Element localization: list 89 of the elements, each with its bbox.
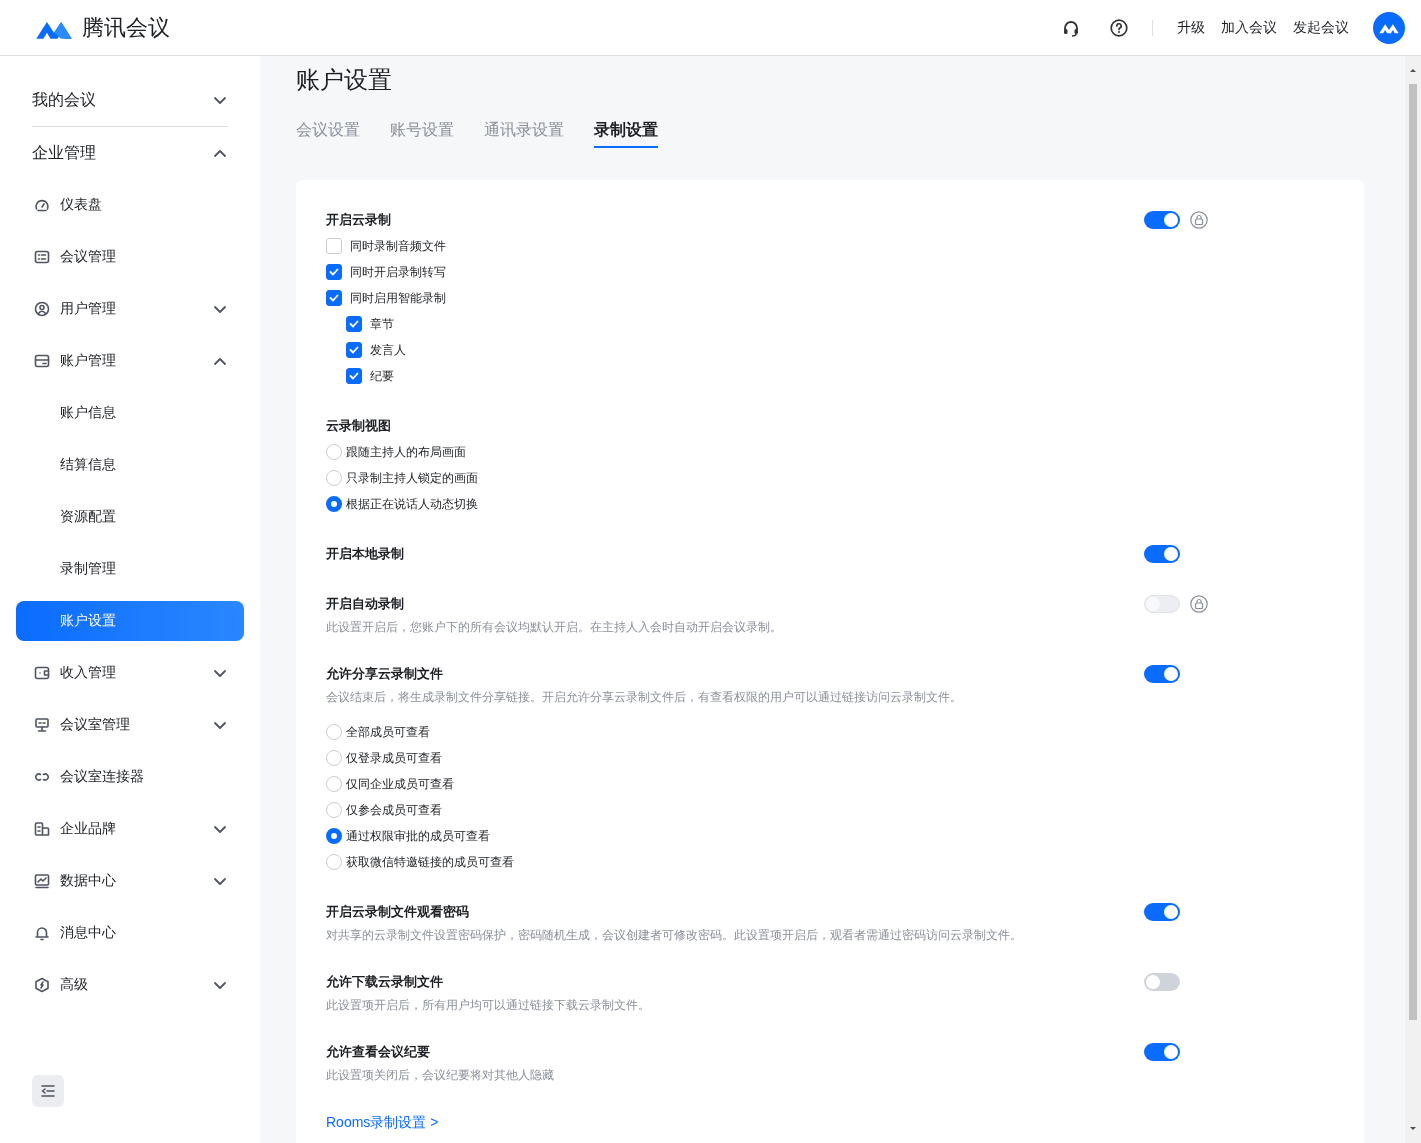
checkbox-label: 同时启用智能录制	[350, 289, 446, 307]
shield-icon	[34, 977, 50, 993]
scrollbar[interactable]	[1405, 56, 1421, 1143]
avatar[interactable]	[1373, 11, 1405, 44]
radio-label: 通过权限审批的成员可查看	[346, 827, 490, 845]
radio-label: 获取微信特邀链接的成员可查看	[346, 853, 514, 871]
setting-description: 对共享的云录制文件设置密码保护，密码随机生成，会议创建者可修改密码。此设置项开启后，观看者需通过密码访问云录制文件。	[326, 927, 1023, 944]
checkbox[interactable]	[346, 316, 362, 332]
arrow-down-icon	[1409, 1126, 1417, 1132]
setting-description: 会议结束后，将生成录制文件分享链接。开启允许分享云录制文件后，有查看权限的用户可以通过链接访问云录制文件。	[326, 689, 963, 706]
collapse-icon	[40, 1083, 56, 1099]
checkbox-label: 章节	[370, 315, 394, 333]
sidebar-item[interactable]: 企业品牌	[16, 803, 244, 855]
sidebar-item[interactable]: 账户设置	[16, 601, 244, 641]
setting-title: 开启自动录制	[326, 595, 405, 613]
setting-title: 开启云录制文件观看密码	[326, 903, 470, 921]
sidebar-item[interactable]: 结算信息	[16, 439, 244, 491]
header-link[interactable]: 加入会议	[1221, 18, 1277, 37]
toggle-switch[interactable]	[1144, 973, 1180, 991]
headset-icon	[1062, 18, 1080, 37]
arrow-up-icon	[1409, 67, 1417, 73]
checkbox-label: 纪要	[370, 367, 394, 385]
bell-icon	[34, 925, 50, 941]
checkbox[interactable]	[346, 368, 362, 384]
sidebar-item[interactable]: 收入管理	[16, 647, 244, 699]
sidebar-item[interactable]: 消息中心	[16, 907, 244, 959]
radio-label: 根据正在说话人动态切换	[346, 495, 478, 513]
setting-title: 云录制视图	[326, 417, 392, 435]
checkbox[interactable]	[346, 342, 362, 358]
radio-label: 只录制主持人锁定的画面	[346, 469, 478, 487]
setting-title: 允许查看会议纪要	[326, 1043, 431, 1061]
radio-label: 全部成员可查看	[346, 723, 430, 741]
check-icon	[349, 372, 359, 380]
wallet-icon	[34, 665, 50, 681]
sidebar-item[interactable]: 我的会议	[16, 74, 244, 126]
tab[interactable]: 录制设置	[594, 116, 658, 148]
header-link[interactable]: 发起会议	[1293, 18, 1349, 37]
radio-button[interactable]	[326, 496, 342, 512]
setting-description: 此设置项关闭后，会议纪要将对其他人隐藏	[326, 1067, 555, 1084]
help-icon	[1110, 18, 1128, 37]
toggle-switch[interactable]	[1144, 211, 1180, 229]
page-title: 账户设置	[296, 65, 393, 95]
radio-label: 仅登录成员可查看	[346, 749, 442, 767]
sidebar-item[interactable]: 高级	[16, 959, 244, 1011]
sidebar-item[interactable]: 用户管理	[16, 283, 244, 335]
user-icon	[34, 301, 50, 317]
sidebar-item[interactable]: 会议室管理	[16, 699, 244, 751]
radio-label: 仅同企业成员可查看	[346, 775, 454, 793]
checkbox-label: 发言人	[370, 341, 406, 359]
radio-label: 仅参会成员可查看	[346, 801, 442, 819]
screen-icon	[34, 717, 50, 733]
building-icon	[34, 821, 50, 837]
checkbox-label: 同时开启录制转写	[350, 263, 446, 281]
checkbox[interactable]	[326, 264, 342, 280]
card-icon	[34, 353, 50, 369]
check-icon	[349, 346, 359, 354]
list-icon	[34, 249, 50, 265]
collapse-button[interactable]	[32, 1075, 64, 1107]
product-name: 腾讯会议	[82, 13, 170, 42]
setting-description: 此设置项开启后，所有用户均可以通过链接下载云录制文件。	[326, 997, 651, 1014]
settings-link[interactable]: Rooms录制设置 >	[326, 1109, 1144, 1135]
setting-title: 开启本地录制	[326, 545, 405, 563]
sidebar-item[interactable]: 资源配置	[16, 491, 244, 543]
check-icon	[349, 320, 359, 328]
toggle-switch[interactable]	[1144, 903, 1180, 921]
chart-icon	[34, 873, 50, 889]
setting-title: 允许分享云录制文件	[326, 665, 444, 683]
toggle-switch[interactable]	[1144, 665, 1180, 683]
gauge-icon	[34, 197, 50, 213]
sidebar-item[interactable]: 会议室连接器	[16, 751, 244, 803]
setting-description: 此设置开启后，您账户下的所有会议均默认开启。在主持人入会时自动开启会议录制。	[326, 619, 783, 636]
check-icon	[329, 268, 339, 276]
toggle-switch[interactable]	[1144, 545, 1180, 563]
setting-title: 开启云录制	[326, 211, 392, 229]
sidebar-item[interactable]: 会议管理	[16, 231, 244, 283]
radio-label: 跟随主持人的布局画面	[346, 443, 466, 461]
checkbox[interactable]	[326, 290, 342, 306]
sidebar-item[interactable]: 仪表盘	[16, 179, 244, 231]
sidebar-item[interactable]: 企业管理	[16, 127, 244, 179]
toggle-switch[interactable]	[1144, 1043, 1180, 1061]
check-icon	[329, 294, 339, 302]
sidebar-item[interactable]: 账户信息	[16, 387, 244, 439]
radio-button[interactable]	[326, 828, 342, 844]
header-link[interactable]: 升级	[1177, 18, 1205, 37]
checkbox-label: 同时录制音频文件	[350, 237, 446, 255]
sidebar-item[interactable]: 录制管理	[16, 543, 244, 595]
sidebar-item[interactable]: 账户管理	[16, 335, 244, 387]
sidebar-item[interactable]: 数据中心	[16, 855, 244, 907]
setting-title: 允许下载云录制文件	[326, 973, 444, 991]
